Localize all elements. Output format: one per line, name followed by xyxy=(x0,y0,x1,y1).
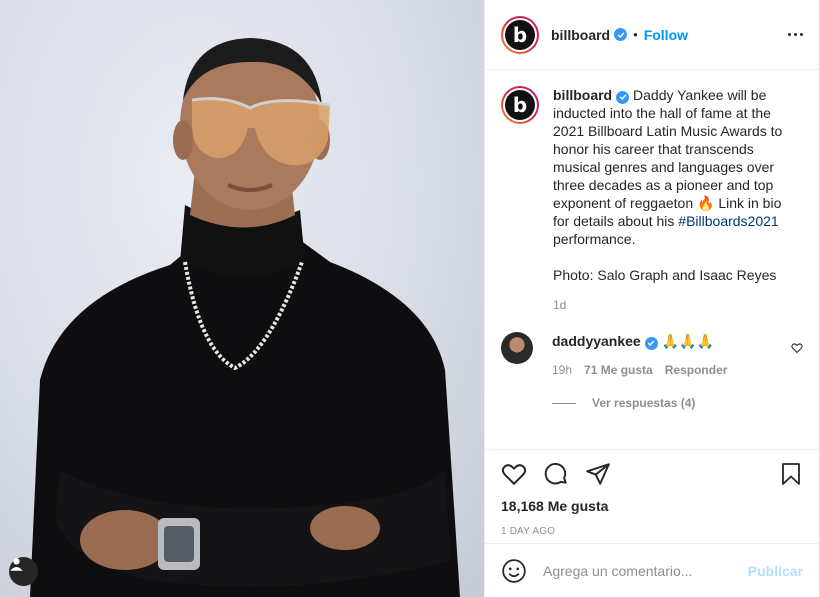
comment-likes[interactable]: 71 Me gusta xyxy=(584,363,653,377)
post-actions: 18,168 Me gusta 1 DAY AGO xyxy=(485,449,819,537)
save-bookmark-icon[interactable] xyxy=(779,461,803,487)
replies-line xyxy=(552,402,576,404)
comment-body: 🙏🙏🙏 xyxy=(661,333,714,349)
publish-button[interactable]: Publicar xyxy=(748,563,803,579)
comments-section: b billboard Daddy Yankee will be inducte… xyxy=(485,70,819,448)
author-avatar[interactable]: b xyxy=(501,15,539,54)
view-replies-label: Ver respuestas (4) xyxy=(592,396,696,410)
share-paper-plane-icon[interactable] xyxy=(585,461,611,487)
portrait-illustration xyxy=(30,38,460,597)
like-heart-icon[interactable] xyxy=(501,461,527,487)
view-replies-button[interactable]: Ver respuestas (4) xyxy=(552,396,803,410)
verified-badge-icon xyxy=(614,28,628,41)
post-side-panel: b billboard • Follow b billboard Daddy Y… xyxy=(484,0,820,597)
emoji-smiley-icon[interactable] xyxy=(501,558,527,584)
separator-dot: • xyxy=(633,27,638,42)
comment-age[interactable]: 19h xyxy=(552,363,572,377)
follow-button[interactable]: Follow xyxy=(644,27,688,43)
billboard-logo: b xyxy=(505,19,535,50)
reply-button[interactable]: Responder xyxy=(665,363,728,377)
author-username[interactable]: billboard xyxy=(551,27,610,43)
comment-text: daddyyankee 🙏🙏🙏 xyxy=(552,332,792,350)
photo-credit: Photo: Salo Graph and Isaac Reyes xyxy=(553,267,777,283)
billboard-logo: b xyxy=(505,90,535,120)
hashtag-link[interactable]: #Billboards2021 xyxy=(678,213,778,229)
comment-input[interactable]: Agrega un comentario... xyxy=(543,563,748,579)
post-photo[interactable] xyxy=(0,0,484,597)
caption: b billboard Daddy Yankee will be inducte… xyxy=(501,86,803,312)
user-icon xyxy=(10,558,23,571)
comment-item: daddyyankee 🙏🙏🙏 19h 71 Me gusta Responder xyxy=(501,332,803,377)
caption-text: billboard Daddy Yankee will be inducted … xyxy=(553,86,793,284)
more-options-icon[interactable] xyxy=(788,33,803,36)
comment-meta: 19h 71 Me gusta Responder xyxy=(552,363,792,377)
caption-username[interactable]: billboard xyxy=(553,87,612,103)
commenter-username[interactable]: daddyyankee xyxy=(552,333,641,349)
add-comment-bar: Agrega un comentario... Publicar xyxy=(485,543,819,597)
tagged-users-button[interactable] xyxy=(9,557,38,586)
caption-body: Daddy Yankee will be inducted into the h… xyxy=(553,87,783,229)
caption-age[interactable]: 1d xyxy=(553,298,793,312)
like-count[interactable]: 18,168 Me gusta xyxy=(501,498,803,514)
caption-author-avatar[interactable]: b xyxy=(501,86,539,124)
verified-badge-icon xyxy=(616,90,630,104)
caption-end: performance. xyxy=(553,231,636,247)
commenter-avatar[interactable] xyxy=(501,332,533,364)
comment-bubble-icon[interactable] xyxy=(543,461,569,487)
comment-like-heart-icon[interactable] xyxy=(791,342,803,354)
verified-badge-icon xyxy=(644,336,658,350)
post-header: b billboard • Follow xyxy=(485,0,819,70)
post-date[interactable]: 1 DAY AGO xyxy=(501,526,803,537)
